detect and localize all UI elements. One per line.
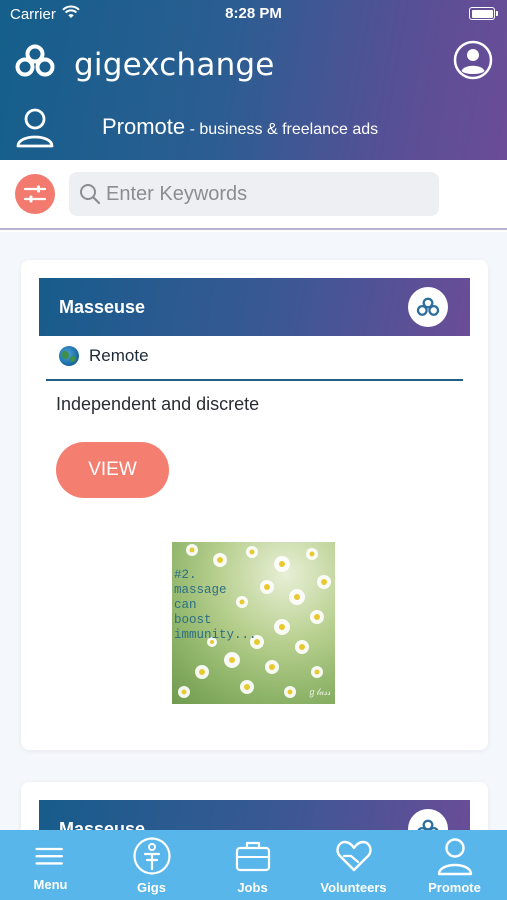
tab-promote[interactable]: Promote bbox=[404, 830, 505, 900]
person-icon bbox=[437, 838, 473, 876]
tab-label: Menu bbox=[33, 877, 68, 892]
ad-feed[interactable]: Masseuse Remote Independent and discrete… bbox=[0, 232, 507, 830]
tab-volunteers[interactable]: Volunteers bbox=[303, 830, 404, 900]
view-button[interactable]: VIEW bbox=[56, 442, 169, 498]
gigexchange-logo-icon bbox=[417, 819, 439, 830]
card-title: Masseuse bbox=[59, 819, 146, 830]
page-subtitle: - business & freelance ads bbox=[185, 121, 379, 138]
ad-image[interactable]: #2. massage can boost immunity... ℊ𝓁𝒶𝓈𝓈 bbox=[172, 542, 335, 704]
profile-icon[interactable] bbox=[14, 106, 56, 148]
gigs-icon bbox=[133, 837, 171, 875]
globe-icon bbox=[59, 346, 79, 366]
card-logo-badge bbox=[408, 809, 448, 830]
heart-hand-icon bbox=[336, 840, 372, 872]
search-icon bbox=[80, 184, 101, 205]
tab-label: Gigs bbox=[137, 880, 166, 895]
status-time: 8:28 PM bbox=[225, 5, 282, 22]
filter-button[interactable] bbox=[15, 174, 55, 214]
menu-icon bbox=[35, 847, 63, 865]
page-title-text: Promote bbox=[102, 114, 186, 139]
card-description: Independent and discrete bbox=[56, 394, 260, 414]
search-box[interactable] bbox=[69, 172, 439, 216]
ad-card: Masseuse bbox=[21, 782, 488, 830]
tab-label: Jobs bbox=[237, 880, 268, 895]
card-logo-badge bbox=[408, 287, 448, 327]
battery-icon bbox=[469, 7, 498, 20]
tab-bar: Menu Gigs Jobs Volunteers Promote bbox=[0, 830, 507, 900]
search-input[interactable] bbox=[106, 172, 426, 216]
tab-label: Volunteers bbox=[320, 880, 387, 895]
app-header: Carrier 8:28 PM gigexchange Promote - bu… bbox=[0, 0, 507, 160]
ad-image-caption: #2. massage can boost immunity... bbox=[174, 568, 257, 642]
tab-menu[interactable]: Menu bbox=[0, 830, 101, 900]
tab-jobs[interactable]: Jobs bbox=[202, 830, 303, 900]
gigexchange-logo-icon bbox=[15, 44, 55, 77]
image-watermark: ℊ𝓁𝒶𝓈𝓈 bbox=[307, 688, 331, 698]
tab-label: Promote bbox=[428, 880, 481, 895]
tab-gigs[interactable]: Gigs bbox=[101, 830, 202, 900]
sliders-icon bbox=[23, 185, 47, 203]
gigexchange-logo-icon bbox=[416, 297, 440, 316]
page-title: Promote - business & freelance ads bbox=[102, 114, 378, 140]
ad-card: Masseuse Remote Independent and discrete… bbox=[21, 260, 488, 750]
status-bar: Carrier 8:28 PM bbox=[0, 0, 507, 28]
card-header: Masseuse bbox=[39, 278, 470, 336]
brand-name: gigexchange bbox=[74, 47, 275, 83]
briefcase-icon bbox=[235, 841, 271, 872]
card-divider bbox=[46, 379, 463, 381]
account-icon[interactable] bbox=[453, 40, 493, 80]
card-title: Masseuse bbox=[59, 297, 146, 317]
card-header: Masseuse bbox=[39, 800, 470, 830]
card-location: Remote bbox=[89, 346, 149, 365]
